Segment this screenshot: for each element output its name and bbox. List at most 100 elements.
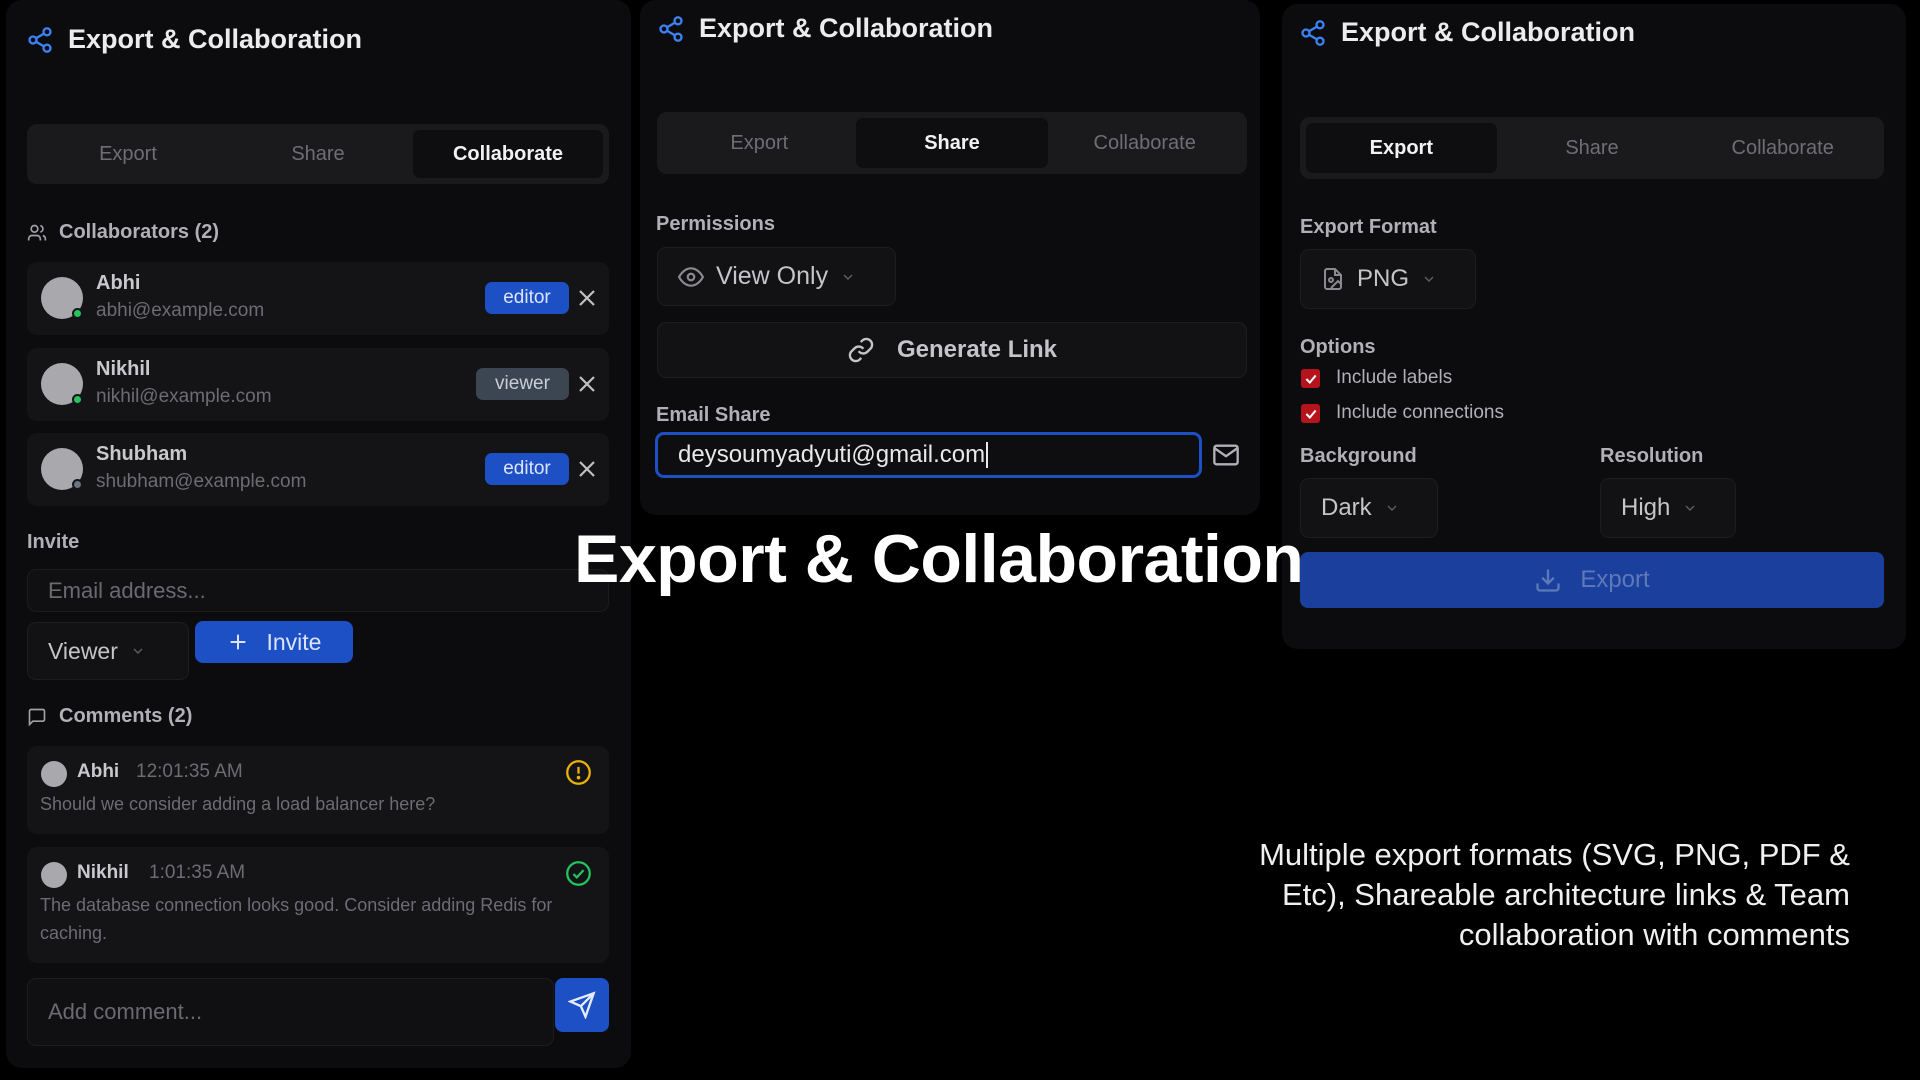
comments-label: Comments (2) bbox=[59, 705, 193, 727]
panel-title-text: Export & Collaboration bbox=[1341, 17, 1636, 47]
generate-link-button[interactable]: Generate Link bbox=[657, 322, 1247, 378]
share-icon bbox=[1301, 19, 1325, 46]
collaborator-email: shubham@example.com bbox=[96, 471, 307, 492]
file-image-icon bbox=[1324, 268, 1342, 290]
collaborator-row: Abhi abhi@example.com editor bbox=[27, 262, 609, 335]
invite-role-select[interactable]: Viewer bbox=[27, 622, 189, 680]
remove-collaborator-icon[interactable] bbox=[575, 286, 599, 310]
collaborator-name: Abhi bbox=[96, 272, 141, 294]
eye-icon bbox=[678, 266, 704, 287]
resolution-select[interactable]: High bbox=[1600, 478, 1736, 538]
collaborators-header: Collaborators (2) bbox=[27, 221, 219, 244]
chevron-down-icon bbox=[1685, 505, 1695, 511]
remove-collaborator-icon[interactable] bbox=[575, 457, 599, 481]
tab-collaborate[interactable]: Collaborate bbox=[1048, 118, 1241, 168]
share-panel: Export & Collaboration Export Share Coll… bbox=[640, 0, 1260, 515]
comment-text: The database connection looks good. Cons… bbox=[40, 895, 553, 943]
tab-bar: Export Share Collaborate bbox=[27, 124, 609, 184]
online-status-dot bbox=[72, 394, 83, 405]
avatar bbox=[41, 761, 67, 787]
tab-share[interactable]: Share bbox=[855, 118, 1049, 168]
background-label: Background bbox=[1300, 445, 1417, 467]
chevron-down-icon bbox=[1424, 276, 1434, 282]
tab-export[interactable]: Export bbox=[33, 130, 223, 178]
comment-author: Abhi bbox=[77, 761, 120, 782]
online-status-dot bbox=[72, 308, 83, 319]
email-share-input[interactable]: deysoumyadyuti@gmail.com bbox=[655, 432, 1202, 478]
message-square-icon bbox=[28, 708, 46, 727]
alert-circle-icon[interactable] bbox=[565, 759, 592, 786]
invite-button-label: Invite bbox=[266, 628, 322, 655]
export-panel: Export & Collaboration Export Share Coll… bbox=[1282, 4, 1906, 649]
tab-collaborate[interactable]: Collaborate bbox=[413, 130, 603, 178]
include-connections-checkbox[interactable] bbox=[1301, 404, 1320, 423]
permission-value: View Only bbox=[716, 262, 829, 290]
options-label: Options bbox=[1300, 336, 1376, 358]
chevron-down-icon bbox=[1387, 505, 1397, 511]
export-format-value: PNG bbox=[1357, 265, 1410, 292]
role-badge[interactable]: editor bbox=[485, 282, 569, 314]
collaborator-name: Nikhil bbox=[96, 358, 151, 380]
collaborate-panel: Export & Collaboration Export Share Coll… bbox=[6, 0, 631, 1068]
comment-input[interactable]: Add comment... bbox=[27, 978, 554, 1046]
tab-export[interactable]: Export bbox=[1306, 123, 1497, 173]
collaborator-row: Nikhil nikhil@example.com viewer bbox=[27, 348, 609, 421]
tab-share[interactable]: Share bbox=[223, 130, 413, 178]
export-format-select[interactable]: PNG bbox=[1300, 249, 1476, 309]
tab-export[interactable]: Export bbox=[663, 118, 856, 168]
collaborators-label: Collaborators (2) bbox=[59, 221, 220, 243]
link-icon bbox=[848, 337, 874, 363]
chevron-down-icon bbox=[843, 274, 853, 280]
tab-collaborate[interactable]: Collaborate bbox=[1687, 123, 1878, 173]
send-comment-button[interactable] bbox=[555, 978, 609, 1032]
invite-button[interactable]: Invite bbox=[195, 621, 353, 663]
panel-title: Export & Collaboration bbox=[657, 13, 993, 44]
email-share-label: Email Share bbox=[656, 404, 771, 426]
comment-card: Abhi 12:01:35 AM Should we consider addi… bbox=[27, 746, 609, 834]
share-icon bbox=[28, 26, 52, 53]
panel-title-text: Export & Collaboration bbox=[699, 13, 994, 43]
role-badge[interactable]: viewer bbox=[476, 368, 569, 400]
background-select[interactable]: Dark bbox=[1300, 478, 1438, 538]
include-labels-checkbox[interactable] bbox=[1301, 369, 1320, 388]
panel-title: Export & Collaboration bbox=[1299, 17, 1635, 48]
avatar bbox=[41, 862, 67, 888]
tab-bar: Export Share Collaborate bbox=[1300, 117, 1884, 179]
comment-author: Nikhil bbox=[77, 862, 129, 883]
resolution-value: High bbox=[1621, 494, 1671, 521]
overlay-description: Multiple export formats (SVG, PNG, PDF &… bbox=[1259, 837, 1850, 952]
offline-status-dot bbox=[72, 479, 83, 490]
checkmark-icon bbox=[1305, 374, 1316, 384]
comment-time: 1:01:35 AM bbox=[149, 862, 246, 883]
panel-title: Export & Collaboration bbox=[26, 24, 362, 55]
background-value: Dark bbox=[1321, 494, 1372, 521]
role-badge[interactable]: editor bbox=[485, 453, 569, 485]
collaborator-email: abhi@example.com bbox=[96, 300, 265, 321]
overlay-heading: Export & Collaboration bbox=[574, 521, 1304, 597]
remove-collaborator-icon[interactable] bbox=[575, 372, 599, 396]
permissions-label: Permissions bbox=[656, 213, 775, 235]
tab-bar: Export Share Collaborate bbox=[657, 112, 1247, 174]
invite-email-input[interactable]: Email address... bbox=[27, 569, 609, 612]
invite-label: Invite bbox=[27, 531, 80, 553]
permissions-select[interactable]: View Only bbox=[657, 247, 896, 306]
export-button[interactable]: Export bbox=[1300, 552, 1884, 608]
invite-role-value: Viewer bbox=[48, 637, 118, 664]
check-circle-icon[interactable] bbox=[565, 860, 592, 887]
chevron-down-icon bbox=[133, 648, 143, 654]
export-format-label: Export Format bbox=[1300, 216, 1437, 238]
tab-share[interactable]: Share bbox=[1497, 123, 1688, 173]
comment-text: Should we consider adding a load balance… bbox=[40, 794, 436, 814]
collaborator-name: Shubham bbox=[96, 443, 188, 465]
share-icon bbox=[659, 15, 683, 42]
include-connections-label: Include connections bbox=[1336, 402, 1504, 423]
resolution-label: Resolution bbox=[1600, 445, 1704, 467]
users-icon bbox=[27, 224, 47, 240]
download-icon bbox=[1536, 569, 1560, 592]
comments-header: Comments (2) bbox=[27, 705, 192, 728]
email-share-value: deysoumyadyuti@gmail.com bbox=[678, 441, 986, 468]
include-labels-label: Include labels bbox=[1336, 367, 1453, 388]
collaborator-email: nikhil@example.com bbox=[96, 386, 272, 407]
checkmark-icon bbox=[1305, 409, 1316, 419]
mail-icon[interactable] bbox=[1212, 441, 1240, 469]
